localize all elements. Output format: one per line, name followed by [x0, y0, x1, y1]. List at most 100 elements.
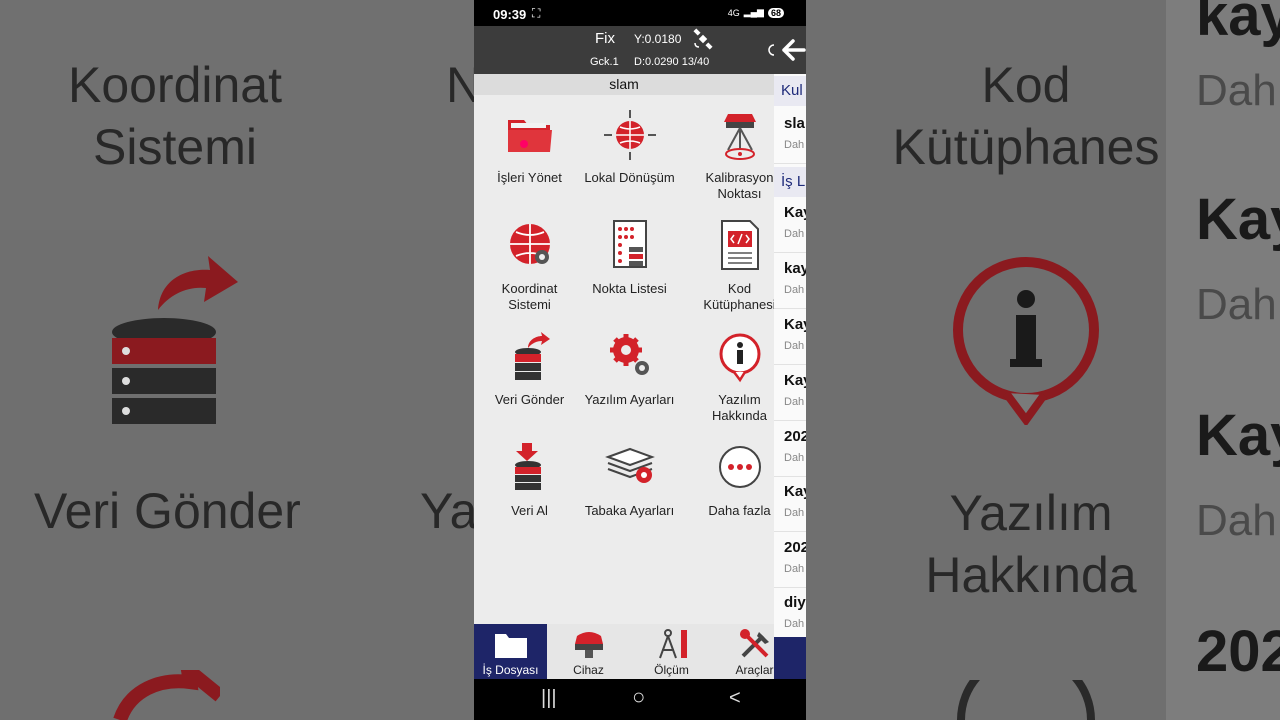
bg-edge-letter: N [446, 57, 474, 113]
list-item[interactable]: Kay Dah [774, 366, 806, 421]
back-button[interactable]: < [729, 687, 741, 710]
job-item-name: diya [784, 594, 806, 611]
tile-point-list[interactable]: Nokta Listesi [574, 217, 685, 327]
nav-label: Cihaz [573, 663, 604, 677]
list-item[interactable]: 202 Dah [774, 533, 806, 588]
job-item-sub: Dah [784, 284, 805, 296]
job-item-name: Kay [784, 372, 806, 389]
tile-label: Veri Gönder [494, 392, 565, 407]
bg-coord-title: Koordinat Sistemi [67, 57, 283, 175]
bg-kod-title: Kod Kütüphanes [892, 57, 1160, 175]
job-item-name: Kay [784, 204, 806, 221]
tools-icon [740, 629, 769, 658]
bg-item-sub: Dah [1196, 496, 1277, 545]
background-left: Koordinat Sistemi N Veri Gönder Ya [0, 0, 474, 720]
bg-item-name: kay [1196, 0, 1280, 48]
nav-device[interactable]: Cihaz [552, 624, 625, 679]
job-name: slam [474, 74, 774, 95]
drawer-header-jobs: İş L [774, 167, 806, 197]
list-item[interactable]: Kay Dah [774, 310, 806, 365]
tile-layer-settings[interactable]: Tabaka Ayarları [574, 439, 685, 549]
job-item-sub: Dah [784, 396, 805, 408]
signal-bars-icon: ▂▄▆ [743, 7, 764, 17]
recents-button[interactable]: ||| [541, 687, 557, 710]
bg-database-upload-icon [112, 256, 238, 424]
job-folder-icon [495, 634, 527, 658]
bg-item-sub: Dah [1196, 66, 1277, 115]
database-download-icon [515, 443, 541, 490]
job-item-sub: Dah [784, 507, 805, 519]
satellite-icon [693, 28, 713, 50]
tile-coordinate-system[interactable]: Koordinat Sistemi [474, 217, 585, 327]
point-list-icon [613, 220, 647, 268]
bg-item-name: 202 [1196, 619, 1280, 684]
job-item-name: Kay [784, 316, 806, 333]
bg-info-icon [953, 257, 1099, 425]
bg-veri-gonder: Veri Gönder [34, 483, 301, 539]
layers-gear-icon [605, 447, 655, 483]
video-frame: Koordinat Sistemi N Veri Gönder Ya Kod K… [0, 0, 1280, 720]
list-item[interactable]: Kay Dah [774, 198, 806, 253]
tile-label: Lokal Dönüşüm [584, 170, 675, 185]
job-item-name: 202 [784, 428, 806, 445]
tile-manage-jobs[interactable]: İşleri Yönet [474, 106, 585, 216]
nav-tools[interactable]: Araçlar [718, 624, 791, 679]
info-icon [719, 333, 761, 383]
list-item[interactable]: Kay Dah [774, 477, 806, 532]
base-label: Gck.1 [590, 56, 619, 68]
job-item-sub: Dah [784, 563, 805, 575]
bottom-navigation: İş Dosyası Cihaz Ölçüm Araçlar [474, 624, 774, 679]
job-item-name: 202 [784, 539, 806, 556]
d-precision-satellites: D:0.0290 13/40 [634, 56, 710, 68]
tile-label: Yazılım Ayarları [584, 392, 675, 407]
phone-screen: 09:39 ⛶ 4G ▂▄▆ 68 Fix Y:0.0180 Gck.1 D:0… [474, 0, 806, 720]
tile-label: İşleri Yönet [497, 170, 562, 185]
tile-label: Koordinat Sistemi [501, 281, 558, 312]
job-item-sub: Dah [784, 139, 805, 151]
globe-gear-icon [510, 224, 550, 264]
gnss-receiver-icon [724, 114, 756, 160]
job-item-name: sla [784, 115, 805, 132]
tile-software-settings[interactable]: Yazılım Ayarları [574, 328, 685, 438]
bg-item-name: Kay [1196, 403, 1280, 468]
tile-receive-data[interactable]: Veri Al [474, 439, 585, 549]
folder-icon [508, 120, 552, 152]
fix-status: Fix [595, 30, 615, 47]
nav-label: Ölçüm [654, 663, 689, 677]
battery-badge: 68 [767, 7, 784, 18]
bg-edge-letters: Ya [420, 483, 474, 539]
list-item[interactable]: kay Dah [774, 254, 806, 309]
tile-label: Nokta Listesi [592, 281, 667, 296]
home-button[interactable]: ○ [632, 684, 645, 710]
nav-survey[interactable]: Ölçüm [635, 624, 708, 679]
background-right: Kod Kütüphanes Yazılım Hakkında kay Dah … [806, 0, 1280, 720]
job-drawer[interactable]: Kul sla Dah İş L Kay Dah kay Dah Kay Dah… [774, 74, 806, 637]
nav-label: Araçlar [735, 663, 774, 677]
gnss-status-bar[interactable]: Fix Y:0.0180 Gck.1 D:0.0290 13/40 [474, 26, 806, 74]
fullscreen-icon: ⛶ [532, 6, 541, 20]
job-item-name: Kay [784, 483, 806, 500]
tile-local-transform[interactable]: Lokal Dönüşüm [574, 106, 685, 216]
database-upload-icon [515, 332, 550, 380]
job-item-sub: Dah [784, 452, 805, 464]
bg-yazilim-title: Yazılım Hakkında [925, 485, 1137, 603]
gears-icon [610, 334, 649, 375]
tile-label: Veri Al [511, 503, 548, 518]
survey-icon [659, 629, 687, 659]
list-item[interactable]: 202 Dah [774, 422, 806, 477]
back-arrow-icon[interactable] [768, 36, 806, 64]
current-job-item[interactable]: sla Dah [774, 109, 806, 164]
nav-job-file[interactable]: İş Dosyası [474, 624, 547, 679]
job-item-name: kay [784, 260, 806, 277]
drawer-header-user: Kul [774, 76, 806, 106]
job-item-sub: Dah [784, 228, 805, 240]
tile-send-data[interactable]: Veri Gönder [474, 328, 585, 438]
tile-label: Tabaka Ayarları [584, 503, 675, 518]
job-menu: slam İşleri Yönet Lokal Dönüşüm Kalibras… [474, 74, 776, 624]
job-item-sub: Dah [784, 340, 805, 352]
nav-label: İş Dosyası [482, 663, 539, 677]
bg-more-icon [957, 680, 1095, 720]
status-indicators: 4G ▂▄▆ 68 [728, 7, 784, 18]
status-time: 09:39 [493, 7, 527, 22]
bg-item-name: Kay [1196, 187, 1280, 252]
